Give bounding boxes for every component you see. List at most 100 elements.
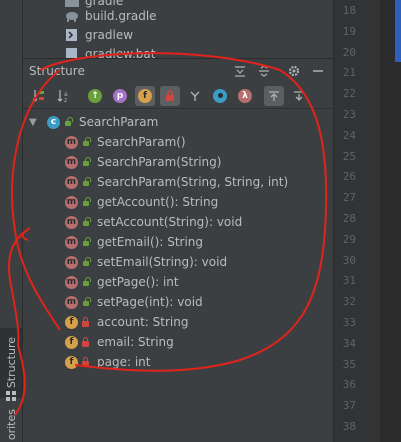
folder-icon — [65, 0, 79, 7]
project-tree: gradle build.gradle gradlew gradlew.bat — [23, 0, 333, 58]
gradle-elephant-icon — [65, 10, 79, 22]
member-label: setPage(int): void — [97, 295, 203, 309]
method-icon: m — [65, 135, 78, 149]
line-number: 36 — [342, 378, 356, 392]
structure-tab-label: Structure — [4, 337, 18, 389]
method-icon: m — [65, 295, 78, 309]
method-node[interactable]: m setPage(int): void — [65, 292, 203, 312]
private-lock-icon — [81, 317, 91, 327]
member-label: SearchParam(String, String, int) — [97, 175, 289, 189]
show-fields-icon[interactable]: f — [135, 85, 155, 106]
editor-gutter: 18 19 20 21 22 23 24 25 26 27 28 29 30 31 32 33 34 35 36 37… — [333, 0, 391, 442]
collapse-all-icon[interactable] — [255, 62, 273, 80]
method-icon: m — [65, 155, 78, 169]
line-number: 22 — [342, 87, 356, 101]
line-number: 20 — [342, 45, 356, 59]
line-number: 29 — [342, 232, 356, 246]
member-label: getEmail(): String — [97, 235, 204, 249]
field-node[interactable]: f account: String — [65, 312, 188, 332]
field-icon: f — [65, 355, 78, 369]
member-label: getAccount(): String — [97, 195, 219, 209]
class-node[interactable]: ▼ c SearchParam — [29, 112, 158, 132]
line-number: 35 — [342, 357, 356, 371]
show-non-public-icon[interactable] — [160, 85, 180, 106]
line-number: 33 — [342, 316, 356, 329]
method-node[interactable]: m SearchParam(String) — [65, 152, 221, 172]
show-inherited-icon[interactable]: ↑ — [85, 86, 105, 106]
svg-text:z: z — [64, 97, 67, 103]
sort-by-visibility-icon[interactable] — [29, 86, 49, 106]
tree-row-label: gradlew.bat — [85, 47, 156, 58]
line-number: 25 — [342, 149, 356, 163]
member-label: email: String — [97, 335, 174, 349]
public-visibility-icon — [81, 177, 91, 187]
method-node[interactable]: m getPage(): int — [65, 272, 179, 292]
file-icon — [65, 48, 79, 58]
method-icon: m — [65, 215, 78, 229]
structure-tab-icon — [6, 386, 16, 401]
panel-title: Structure — [29, 64, 85, 78]
left-tool-stripe: Structure orites — [0, 0, 23, 442]
member-label: setEmail(String): void — [97, 255, 228, 269]
line-number: 18 — [342, 4, 356, 17]
show-properties-icon[interactable]: p — [110, 86, 130, 106]
project-tree-row[interactable]: gradlew — [65, 26, 133, 44]
method-node[interactable]: m SearchParam() — [65, 132, 186, 152]
structure-tree: ▼ c SearchParam m SearchParam() m SearchPar… — [23, 110, 333, 442]
method-icon: m — [65, 275, 78, 289]
method-icon: m — [65, 235, 78, 249]
show-anonymous-icon[interactable] — [185, 86, 205, 106]
autoscroll-to-source-icon[interactable] — [264, 85, 284, 106]
line-number: 30 — [342, 253, 356, 267]
line-number: 32 — [342, 295, 356, 309]
method-node[interactable]: m setEmail(String): void — [65, 252, 227, 272]
structure-panel-header: Structure — [23, 58, 333, 84]
line-number: 26 — [342, 170, 356, 184]
public-visibility-icon — [63, 117, 73, 127]
private-lock-icon — [81, 357, 91, 367]
favorites-tool-tab[interactable]: orites — [0, 408, 22, 442]
class-icon: c — [47, 115, 60, 129]
line-number: 31 — [342, 274, 356, 288]
member-label: setAccount(String): void — [97, 215, 243, 229]
public-visibility-icon — [81, 237, 91, 247]
structure-toolbar: az ↑ p f λ — [23, 83, 333, 109]
project-tree-row[interactable]: gradlew.bat — [65, 45, 155, 58]
lambda-icon[interactable]: λ — [235, 86, 255, 106]
line-number: 37 — [342, 399, 356, 413]
class-name: SearchParam — [79, 115, 159, 129]
method-node[interactable]: m setAccount(String): void — [65, 212, 242, 232]
autoscroll-from-source-icon[interactable] — [289, 86, 309, 106]
method-icon: m — [65, 175, 78, 189]
member-label: SearchParam(String) — [97, 155, 222, 169]
public-visibility-icon — [81, 137, 91, 147]
method-node[interactable]: m SearchParam(String, String, int) — [65, 172, 288, 192]
project-tree-row[interactable]: build.gradle — [65, 7, 157, 25]
member-label: page: int — [97, 355, 151, 369]
line-number: 38 — [342, 420, 356, 433]
gear-icon[interactable] — [285, 62, 303, 80]
public-visibility-icon — [81, 277, 91, 287]
editor-area[interactable] — [380, 0, 401, 442]
method-icon: m — [65, 195, 78, 209]
line-number: 27 — [342, 191, 356, 205]
public-visibility-icon — [81, 217, 91, 227]
tree-row-label: build.gradle — [85, 9, 157, 23]
method-node[interactable]: m getEmail(): String — [65, 232, 203, 252]
sort-alphabetically-icon[interactable]: az — [54, 86, 74, 106]
line-number: 24 — [342, 128, 356, 142]
favorites-tab-label: orites — [4, 409, 18, 441]
tree-row-label: gradlew — [85, 28, 134, 42]
show-lambdas-icon[interactable] — [210, 86, 230, 106]
field-icon: f — [65, 335, 78, 349]
line-number: 21 — [342, 66, 356, 80]
chevron-down-icon[interactable]: ▼ — [29, 117, 41, 128]
field-node[interactable]: f page: int — [65, 352, 150, 372]
line-number: 19 — [342, 24, 356, 38]
expand-all-icon[interactable] — [231, 62, 249, 80]
field-node[interactable]: f email: String — [65, 332, 174, 352]
method-node[interactable]: m getAccount(): String — [65, 192, 218, 212]
private-lock-icon — [81, 337, 91, 347]
minimize-icon[interactable] — [309, 62, 327, 80]
line-number: 34 — [342, 336, 356, 350]
